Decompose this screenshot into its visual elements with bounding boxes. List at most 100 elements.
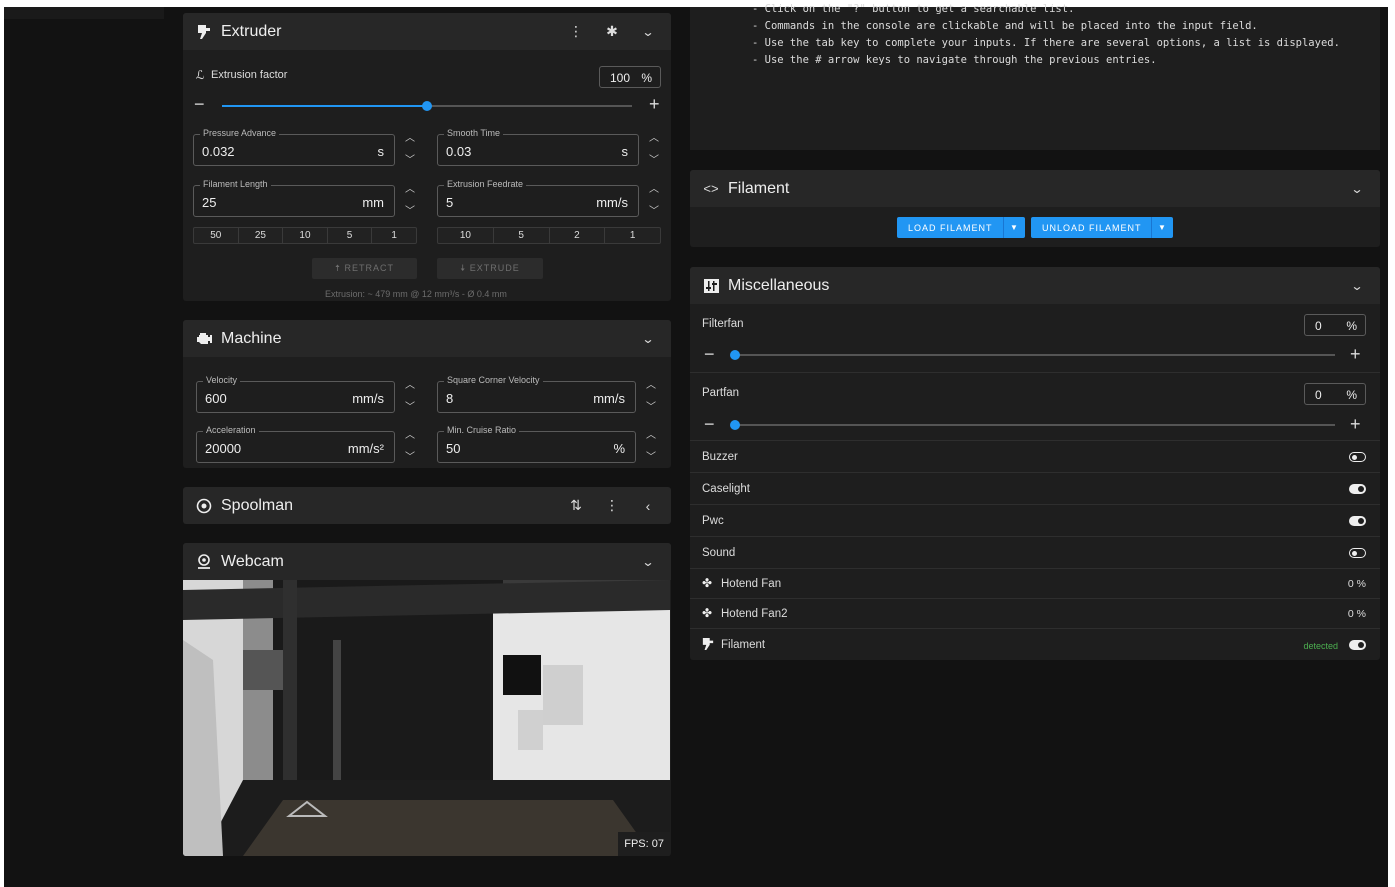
length-preset-button[interactable]: 50 [194, 228, 239, 243]
pwc-row: Pwc [690, 504, 1380, 536]
extrusion-factor-slider-thumb[interactable] [422, 101, 432, 111]
filament-length-stepper[interactable]: ︿ ﹀ [402, 185, 418, 217]
sound-toggle[interactable] [1349, 548, 1366, 558]
pressure-advance-field[interactable]: Pressure Advance 0.032 s [193, 128, 395, 166]
spoolman-title: Spoolman [221, 496, 294, 514]
spoolman-header[interactable]: Spoolman ⇅ ⋮ ‹ [183, 487, 671, 524]
load-filament-label: LOAD FILAMENT [908, 222, 993, 233]
decrease-extrusion-button[interactable]: − [194, 95, 205, 113]
caret-down-icon[interactable]: ▼ [1151, 217, 1173, 238]
feedrate-preset-button[interactable]: 1 [605, 228, 660, 243]
increase-extrusion-button[interactable]: + [649, 95, 660, 113]
sound-row: Sound [690, 536, 1380, 568]
partfan-increase-button[interactable]: + [1350, 415, 1361, 433]
feedrate-preset-button[interactable]: 2 [550, 228, 606, 243]
extrusion-factor-slider-fill [222, 105, 427, 107]
misc-header: Miscellaneous ⌄ [690, 267, 1380, 304]
chevron-down-icon[interactable]: ⌄ [634, 551, 663, 573]
square-corner-velocity-stepper[interactable]: ︿ ﹀ [643, 381, 659, 413]
sound-label: Sound [702, 547, 736, 559]
filterfan-decrease-button[interactable]: − [704, 345, 715, 363]
chevron-down-icon[interactable]: ⌄ [634, 328, 663, 350]
velocity-stepper[interactable]: ︿ ﹀ [402, 381, 418, 413]
kebab-menu-icon[interactable]: ⋮ [565, 21, 587, 43]
filament-length-value: 25 [202, 195, 217, 210]
square-corner-velocity-unit: mm/s [593, 391, 625, 406]
partfan-slider-track[interactable] [734, 424, 1335, 426]
acceleration-stepper[interactable]: ︿ ﹀ [402, 431, 418, 463]
chevron-down-icon[interactable]: ⌄ [1343, 275, 1372, 297]
webcam-stream[interactable]: FPS: 07 [183, 580, 670, 856]
chevron-down-icon[interactable]: ⌄ [1343, 178, 1372, 200]
console-line[interactable]: - Commands in the console are clickable … [752, 20, 1258, 32]
filterfan-slider-track[interactable] [734, 354, 1335, 356]
filterfan-increase-button[interactable]: + [1350, 345, 1361, 363]
smooth-time-unit: s [621, 144, 629, 159]
caret-down-icon[interactable]: ▼ [1003, 217, 1025, 238]
min-cruise-ratio-stepper[interactable]: ︿ ﹀ [643, 431, 659, 463]
caselight-toggle[interactable] [1349, 484, 1366, 494]
load-filament-button[interactable]: LOAD FILAMENT ▼ [897, 217, 1025, 238]
length-preset-button[interactable]: 25 [239, 228, 284, 243]
feedrate-preset-button[interactable]: 5 [494, 228, 550, 243]
length-preset-button[interactable]: 1 [372, 228, 416, 243]
feedrate-preset-button[interactable]: 10 [438, 228, 494, 243]
partfan-label: Partfan [702, 387, 740, 399]
length-preset-button[interactable]: 5 [328, 228, 373, 243]
acceleration-field[interactable]: Acceleration 20000 mm/s² [196, 425, 395, 463]
caselight-label: Caselight [702, 483, 750, 495]
velocity-field[interactable]: Velocity 600 mm/s [196, 375, 395, 413]
extrusion-factor-icon: ℒ [196, 68, 205, 82]
filament-length-field[interactable]: Filament Length 25 mm [193, 179, 395, 217]
smooth-time-stepper[interactable]: ︿ ﹀ [646, 134, 662, 166]
square-corner-velocity-value: 8 [446, 391, 454, 406]
unload-filament-button[interactable]: UNLOAD FILAMENT ▼ [1031, 217, 1173, 238]
filament-sensor-row: Filament detected [690, 628, 1380, 660]
smooth-time-field[interactable]: Smooth Time 0.03 s [437, 128, 639, 166]
extrusion-feedrate-stepper[interactable]: ︿ ﹀ [646, 185, 662, 217]
pwc-toggle[interactable] [1349, 516, 1366, 526]
fan-icon: ✤ [702, 576, 713, 590]
console-line[interactable]: - Use the tab key to complete your input… [752, 37, 1340, 49]
filament-title: Filament [728, 179, 790, 197]
min-cruise-ratio-label: Min. Cruise Ratio [444, 425, 520, 435]
filterfan-slider-thumb[interactable] [730, 350, 740, 360]
swap-vertical-icon[interactable]: ⇅ [565, 495, 587, 517]
min-cruise-ratio-field[interactable]: Min. Cruise Ratio 50 % [437, 425, 636, 463]
extrusion-feedrate-label: Extrusion Feedrate [444, 179, 527, 189]
extrusion-feedrate-field[interactable]: Extrusion Feedrate 5 mm/s [437, 179, 639, 217]
extrusion-feedrate-unit: mm/s [596, 195, 628, 210]
length-preset-button[interactable]: 10 [283, 228, 328, 243]
app-background: Extruder ⋮ ✱ ⌄ ℒ Extrusion factor 100 % … [4, 3, 1388, 887]
acceleration-unit: mm/s² [347, 441, 384, 456]
kebab-menu-icon[interactable]: ⋮ [601, 495, 623, 517]
filament-sensor-status: detected [1303, 641, 1338, 651]
extrusion-factor-input[interactable]: 100 % [599, 66, 661, 88]
console-panel: - Click on the "?" button to get a searc… [690, 3, 1380, 150]
partfan-slider-thumb[interactable] [730, 420, 740, 430]
hotend-fan2-row: ✤ Hotend Fan2 0 % [690, 598, 1380, 628]
min-cruise-ratio-unit: % [613, 441, 625, 456]
console-line[interactable]: - Click on the "?" button to get a searc… [752, 3, 1074, 15]
filament-panel: <> Filament ⌄ LOAD FILAMENT ▼ UNLOAD FIL… [690, 170, 1380, 247]
extrusion-factor-label: Extrusion factor [211, 69, 288, 81]
retract-button[interactable]: 🠅 RETRACT [312, 258, 417, 279]
chevron-down-icon[interactable]: ⌄ [634, 21, 663, 43]
square-corner-velocity-field[interactable]: Square Corner Velocity 8 mm/s [437, 375, 636, 413]
filament-length-label: Filament Length [200, 179, 271, 189]
partfan-decrease-button[interactable]: − [704, 415, 715, 433]
extrude-button[interactable]: 🠇 EXTRUDE [437, 258, 543, 279]
extruder-header: Extruder ⋮ ✱ ⌄ [183, 13, 671, 50]
gear-icon[interactable]: ✱ [601, 21, 623, 43]
partfan-input[interactable]: 0 % [1304, 383, 1366, 405]
filterfan-input[interactable]: 0 % [1304, 314, 1366, 336]
hotend-fan-row: ✤ Hotend Fan 0 % [690, 568, 1380, 598]
buzzer-label: Buzzer [702, 451, 738, 463]
pressure-advance-stepper[interactable]: ︿ ﹀ [402, 134, 418, 166]
console-line[interactable]: - Use the # arrow keys to navigate throu… [752, 54, 1157, 66]
filament-sensor-toggle[interactable] [1349, 640, 1366, 650]
partfan-unit: % [1346, 388, 1357, 402]
extrusion-feedrate-value: 5 [446, 195, 454, 210]
chevron-left-icon[interactable]: ‹ [637, 495, 659, 517]
buzzer-toggle[interactable] [1349, 452, 1366, 462]
